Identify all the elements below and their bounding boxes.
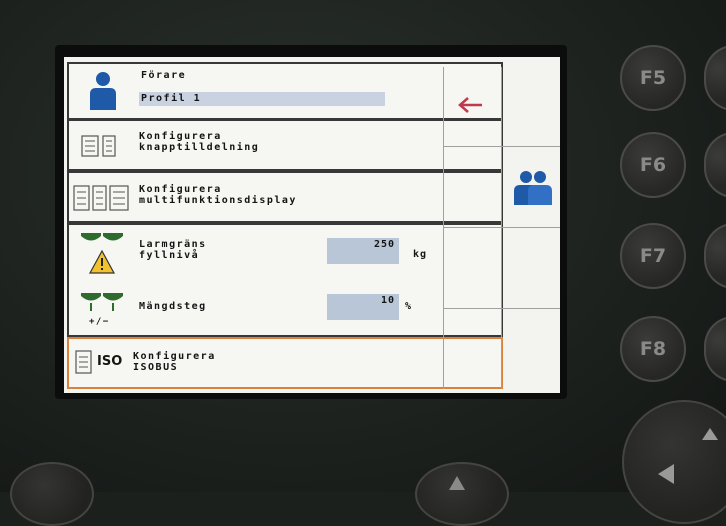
back-softkey[interactable] — [446, 69, 500, 143]
menu-button-assignment-line2: knapptilldelning — [139, 142, 260, 153]
back-arrow-icon — [458, 97, 482, 113]
quantity-step-label: Mängdsteg — [139, 301, 207, 312]
driver-row[interactable]: Förare Profil 1 — [67, 62, 503, 119]
softkey-divider-right — [501, 67, 502, 389]
quantity-step-value: 10 — [380, 295, 395, 306]
bottom-up-arrow-icon — [449, 476, 465, 490]
alarm-limit-line1: Larmgräns — [139, 239, 207, 250]
hopper-warning-icon — [81, 233, 123, 274]
softkey-divider-h1 — [443, 146, 560, 147]
users-icon — [514, 171, 552, 205]
alarm-limit-row[interactable]: Larmgräns fyllnivå 250 kg — [67, 223, 503, 281]
f8-key[interactable]: F8 — [620, 316, 686, 382]
alarm-limit-line2: fyllnivå — [139, 250, 200, 261]
f5-key[interactable]: F5 — [620, 45, 686, 111]
softkey-divider-h3 — [443, 308, 560, 309]
display-screen: Förare Profil 1 Konfigurera knapptilldel… — [64, 57, 560, 393]
quantity-step-row[interactable]: +/− Mängdsteg 10 % — [67, 281, 503, 337]
users-softkey[interactable] — [504, 151, 560, 225]
softkey-divider-left — [443, 67, 444, 389]
iso-badge: ISO — [97, 354, 123, 369]
plus-minus-label: +/− — [89, 317, 110, 327]
softkey-divider-h2 — [443, 227, 560, 228]
f7-key-label: F7 — [639, 245, 667, 267]
hopper-icon — [81, 293, 123, 311]
f6-key[interactable]: F6 — [620, 132, 686, 198]
driver-title: Förare — [141, 70, 187, 81]
menu-button-assignment-line1: Konfigurera — [139, 131, 222, 142]
f6-key-label: F6 — [639, 154, 667, 176]
quantity-step-value-field[interactable]: 10 — [327, 294, 399, 320]
menu-multifunction-display[interactable]: Konfigurera multifunktionsdisplay — [67, 171, 503, 223]
nav-wheel[interactable] — [622, 400, 726, 524]
menu-button-assignment[interactable]: Konfigurera knapptilldelning — [67, 119, 503, 171]
f7-key[interactable]: F7 — [620, 223, 686, 289]
menu-multifunction-line2: multifunktionsdisplay — [139, 195, 297, 206]
softkey-empty-4[interactable] — [504, 310, 560, 389]
alarm-limit-unit: kg — [413, 249, 428, 260]
multifunction-display-icon — [73, 185, 129, 211]
f5-key-label: F5 — [639, 67, 667, 89]
isobus-config-icon — [75, 350, 92, 374]
alarm-limit-value-field[interactable]: 250 — [327, 238, 399, 264]
quantity-step-unit: % — [405, 301, 413, 312]
bottom-button-center[interactable] — [415, 462, 509, 526]
alarm-limit-value: 250 — [373, 239, 395, 250]
softkey-empty-2[interactable] — [504, 229, 560, 306]
softkey-empty-3[interactable] — [446, 310, 500, 389]
nav-arrows-icon — [658, 428, 718, 484]
bottom-button-left[interactable] — [10, 462, 94, 526]
menu-multifunction-line1: Konfigurera — [139, 184, 222, 195]
profile-value: Profil 1 — [141, 93, 202, 104]
f8-key-label: F8 — [639, 338, 667, 360]
softkey-empty-1[interactable] — [446, 229, 500, 306]
person-icon — [90, 72, 116, 110]
profile-field[interactable]: Profil 1 — [139, 92, 385, 106]
menu-isobus[interactable]: ISO Konfigurera ISOBUS — [67, 337, 503, 389]
menu-isobus-line2: ISOBUS — [133, 362, 179, 373]
menu-isobus-line1: Konfigurera — [133, 351, 216, 362]
button-assignment-icon — [81, 135, 116, 157]
